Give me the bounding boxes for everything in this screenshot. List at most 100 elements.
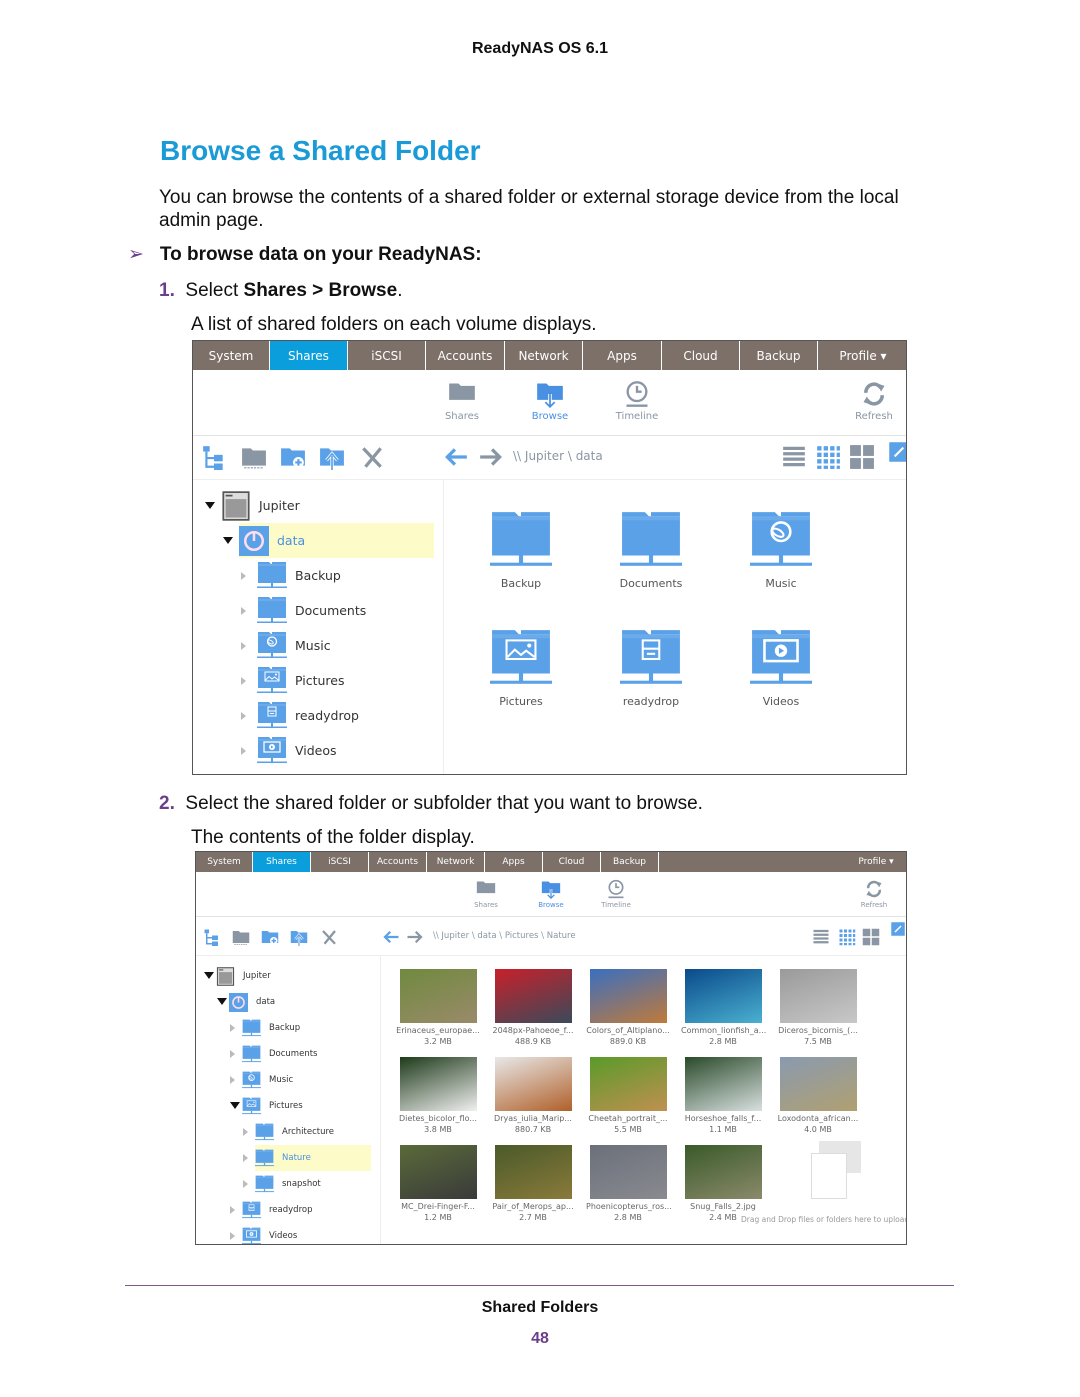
expand-arrow-icon[interactable] (241, 571, 246, 580)
upload-icon[interactable] (319, 444, 345, 474)
subnav-browse[interactable]: Browse (520, 380, 580, 422)
expand-arrow-icon[interactable] (230, 1076, 235, 1084)
expand-arrow-icon[interactable] (241, 746, 246, 755)
grid-folder-music[interactable]: Music (743, 510, 819, 590)
large-grid-icon[interactable] (862, 928, 880, 950)
tree-node-readydrop[interactable]: readydrop (242, 1197, 312, 1223)
upload-icon[interactable] (290, 928, 308, 950)
file-thumbnail[interactable]: Pair_of_Merops_ap... 2.7 MB (491, 1145, 575, 1223)
expand-arrow-icon[interactable] (230, 1050, 235, 1058)
file-thumbnail[interactable]: Horseshoe_falls_f... 1.1 MB (681, 1057, 765, 1135)
tree-node-backup[interactable]: Backup (257, 558, 341, 593)
subnav-shares[interactable]: Shares (456, 879, 516, 909)
large-grid-icon[interactable] (849, 444, 875, 474)
add-folder-icon[interactable] (261, 928, 279, 950)
nav-tab-network[interactable]: Network (427, 852, 485, 872)
collapse-arrow-icon[interactable] (217, 998, 227, 1005)
nav-tab-system[interactable]: System (193, 341, 270, 370)
grid-folder-backup[interactable]: Backup (483, 510, 559, 590)
refresh-button[interactable]: Refresh (844, 879, 904, 909)
tree-node-videos[interactable]: Videos (257, 733, 337, 768)
tree-node-backup[interactable]: Backup (242, 1015, 300, 1041)
nav-tab-shares[interactable]: Shares (253, 852, 311, 872)
file-thumbnail[interactable]: Colors_of_Altiplano... 889.0 KB (586, 969, 670, 1047)
nav-tab-backup[interactable]: Backup (740, 341, 818, 370)
nav-tab-profile[interactable]: Profile ▾ (820, 341, 906, 370)
refresh-button[interactable]: Refresh (844, 380, 904, 422)
tree-node-data[interactable]: data (239, 523, 434, 558)
collapse-arrow-icon[interactable] (223, 536, 233, 544)
tree-node-snapshot[interactable]: snapshot (255, 1171, 321, 1197)
tree-node-jupiter[interactable]: Jupiter (216, 963, 271, 989)
popout-icon[interactable] (886, 439, 906, 469)
subnav-timeline[interactable]: Timeline (607, 380, 667, 422)
file-thumbnail[interactable]: MC_Drei-Finger-F... 1.2 MB (396, 1145, 480, 1223)
nav-tab-apps[interactable]: Apps (583, 341, 662, 370)
grid-folder-documents[interactable]: Documents (613, 510, 689, 590)
file-thumbnail[interactable]: Loxodonta_african... 4.0 MB (776, 1057, 860, 1135)
tree-view-icon[interactable] (201, 444, 227, 474)
back-arrow-icon[interactable] (382, 928, 400, 950)
subnav-timeline[interactable]: Timeline (586, 879, 646, 909)
tree-node-jupiter[interactable]: Jupiter (221, 488, 300, 523)
file-thumbnail[interactable]: Erinaceus_europae... 3.2 MB (396, 969, 480, 1047)
expand-arrow-icon[interactable] (230, 1024, 235, 1032)
tree-node-videos[interactable]: Videos (242, 1223, 297, 1244)
tree-node-readydrop[interactable]: readydrop (257, 698, 359, 733)
expand-arrow-icon[interactable] (241, 641, 246, 650)
forward-arrow-icon[interactable] (406, 928, 424, 950)
file-thumbnail[interactable]: 2048px-Pahoeoe_f... 488.9 KB (491, 969, 575, 1047)
popout-icon[interactable] (889, 920, 906, 942)
nav-tab-apps[interactable]: Apps (485, 852, 543, 872)
new-folder-icon[interactable] (241, 444, 267, 474)
file-thumbnail[interactable]: Dryas_iulia_Marip... 880.7 KB (491, 1057, 575, 1135)
expand-arrow-icon[interactable] (243, 1128, 248, 1136)
tree-node-architecture[interactable]: Architecture (255, 1119, 334, 1145)
collapse-arrow-icon[interactable] (204, 972, 214, 979)
tree-node-pictures[interactable]: Pictures (257, 663, 345, 698)
expand-arrow-icon[interactable] (243, 1180, 248, 1188)
tree-view-icon[interactable] (203, 928, 221, 950)
expand-arrow-icon[interactable] (230, 1232, 235, 1240)
nav-tab-accounts[interactable]: Accounts (369, 852, 427, 872)
nav-tab-system[interactable]: System (196, 852, 253, 872)
file-thumbnail[interactable]: Common_lionfish_a... 2.8 MB (681, 969, 766, 1047)
nav-tab-network[interactable]: Network (505, 341, 583, 370)
file-thumbnail[interactable]: Cheetah_portrait_... 5.5 MB (586, 1057, 670, 1135)
add-folder-icon[interactable] (280, 444, 306, 474)
collapse-arrow-icon[interactable] (230, 1102, 240, 1109)
nav-tab-iscsi[interactable]: iSCSI (311, 852, 369, 872)
nav-tab-iscsi[interactable]: iSCSI (348, 341, 426, 370)
tree-node-data[interactable]: data (229, 989, 275, 1015)
expand-arrow-icon[interactable] (243, 1154, 248, 1162)
tree-node-nature[interactable]: Nature (255, 1145, 371, 1171)
collapse-arrow-icon[interactable] (205, 501, 215, 509)
tree-node-music[interactable]: Music (242, 1067, 293, 1093)
grid-folder-videos[interactable]: Videos (743, 628, 819, 708)
delete-icon[interactable] (320, 928, 338, 950)
small-grid-icon[interactable] (838, 928, 856, 950)
file-thumbnail[interactable]: Diceros_bicornis_(... 7.5 MB (776, 969, 860, 1047)
grid-folder-pictures[interactable]: Pictures (483, 628, 559, 708)
nav-tab-shares[interactable]: Shares (270, 341, 348, 370)
back-arrow-icon[interactable] (443, 444, 469, 474)
nav-tab-cloud[interactable]: Cloud (543, 852, 601, 872)
list-view-icon[interactable] (812, 928, 830, 950)
upload-dropzone[interactable]: Drag and Drop files or folders here to u… (741, 1141, 906, 1231)
file-thumbnail[interactable]: Phoenicopterus_ros... 2.8 MB (586, 1145, 672, 1223)
nav-tab-backup[interactable]: Backup (601, 852, 659, 872)
new-folder-icon[interactable] (232, 928, 250, 950)
expand-arrow-icon[interactable] (230, 1206, 235, 1214)
grid-folder-readydrop[interactable]: readydrop (613, 628, 689, 708)
list-view-icon[interactable] (781, 444, 807, 474)
nav-tab-accounts[interactable]: Accounts (426, 341, 505, 370)
file-thumbnail[interactable]: Dietes_bicolor_flo... 3.8 MB (396, 1057, 480, 1135)
forward-arrow-icon[interactable] (478, 444, 504, 474)
tree-node-documents[interactable]: Documents (257, 593, 366, 628)
delete-icon[interactable] (359, 444, 385, 474)
nav-tab-profile[interactable]: Profile ▾ (846, 852, 906, 872)
expand-arrow-icon[interactable] (241, 711, 246, 720)
nav-tab-cloud[interactable]: Cloud (662, 341, 740, 370)
small-grid-icon[interactable] (815, 444, 841, 474)
tree-node-documents[interactable]: Documents (242, 1041, 317, 1067)
